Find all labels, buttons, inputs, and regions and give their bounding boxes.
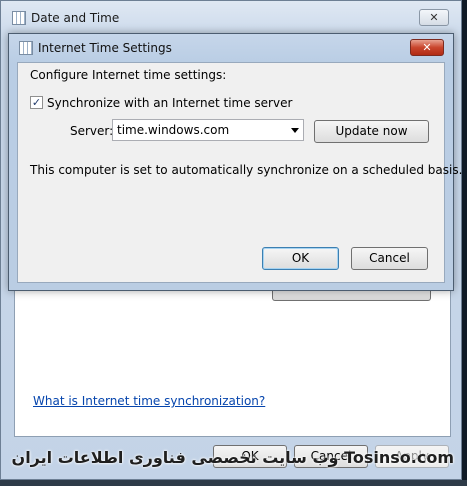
dialog-close-button[interactable]: ✕ xyxy=(410,39,444,56)
server-value: time.windows.com xyxy=(117,123,230,137)
dialog-title: Internet Time Settings xyxy=(38,41,172,55)
sync-status-text: This computer is set to automatically sy… xyxy=(30,163,463,177)
close-button[interactable]: ✕ xyxy=(419,9,449,26)
dialog-ok-button[interactable]: OK xyxy=(262,247,339,270)
taskbar xyxy=(0,480,467,486)
chevron-down-icon[interactable] xyxy=(291,128,299,133)
help-link[interactable]: What is Internet time synchronization? xyxy=(33,394,265,408)
server-label: Server: xyxy=(70,124,114,138)
calendar-clock-icon xyxy=(12,11,26,25)
desktop-edge xyxy=(462,0,467,480)
watermark: وب سایت تخصصی فناوری اطلاعات ایران Tosin… xyxy=(11,448,454,467)
server-combobox[interactable]: time.windows.com xyxy=(112,119,304,141)
dialog-cancel-button[interactable]: Cancel xyxy=(351,247,428,270)
settings-heading: Configure Internet time settings: xyxy=(30,68,227,82)
calendar-clock-icon xyxy=(19,41,33,55)
update-now-button[interactable]: Update now xyxy=(314,120,429,143)
sync-checkbox-label[interactable]: Synchronize with an Internet time server xyxy=(47,96,292,110)
window-title: Date and Time xyxy=(31,11,120,25)
sync-checkbox[interactable]: ✓ xyxy=(30,96,43,109)
